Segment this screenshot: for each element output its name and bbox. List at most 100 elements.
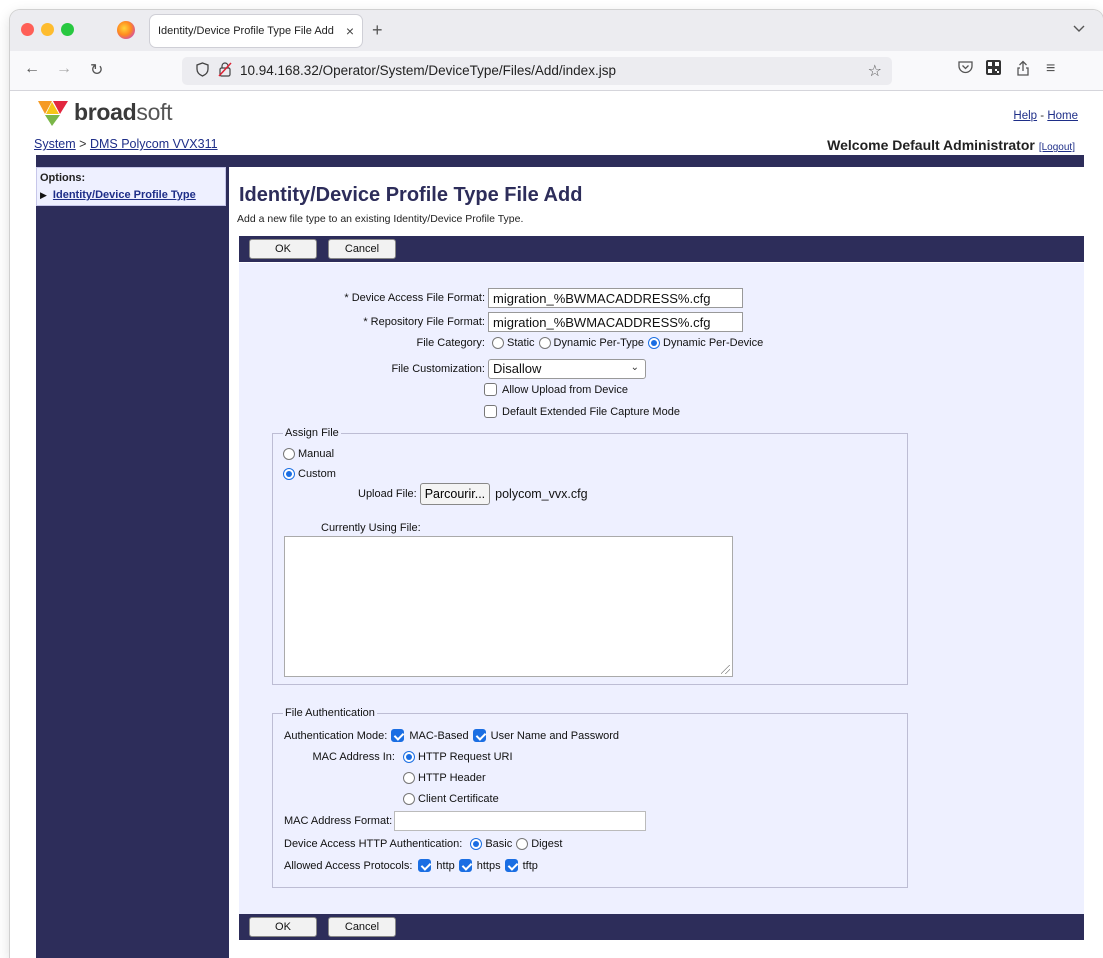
bookmark-star-icon[interactable]: ☆ — [868, 61, 882, 81]
protocol-http-label: http — [436, 859, 455, 872]
mac-in-cert-radio[interactable] — [403, 793, 415, 805]
insecure-lock-icon[interactable] — [218, 62, 232, 80]
url-text[interactable]: 10.94.168.32/Operator/System/DeviceType/… — [240, 63, 616, 78]
help-links: Help - Home — [1013, 110, 1078, 122]
category-per-type-radio[interactable] — [538, 337, 551, 349]
arrow-right-icon: ▶ — [40, 190, 47, 200]
firefox-view-icon[interactable] — [117, 21, 135, 39]
url-bar[interactable]: 10.94.168.32/Operator/System/DeviceType/… — [182, 57, 892, 85]
manual-label: Manual — [298, 448, 335, 460]
page: broadsoft Help - Home System > DMS Polyc… — [10, 91, 1103, 958]
cancel-button-bottom[interactable]: Cancel — [328, 917, 396, 937]
reload-icon[interactable]: ↻ — [90, 60, 103, 80]
broadsoft-logo: broadsoft — [36, 97, 173, 127]
manual-row: Manual — [283, 448, 334, 460]
mac-in-header-radio[interactable] — [403, 772, 415, 784]
tab-close-icon[interactable]: × — [346, 23, 354, 39]
extended-capture-checkbox[interactable] — [484, 405, 497, 418]
http-auth-label: Device Access HTTP Authentication: — [284, 838, 463, 850]
repository-input[interactable] — [488, 312, 743, 332]
share-icon[interactable] — [1016, 60, 1030, 81]
file-customization-row: File Customization: Disallow ⌄ — [239, 359, 646, 379]
broadsoft-logo-icon — [38, 101, 68, 126]
shield-icon[interactable] — [196, 62, 209, 80]
maximize-window-button[interactable] — [61, 23, 74, 36]
allow-upload-row: Allow Upload from Device — [480, 383, 628, 396]
custom-row: Custom — [283, 468, 336, 480]
top-button-bar: OK Cancel — [239, 236, 1084, 262]
tab-title: Identity/Device Profile Type File Add — [158, 25, 334, 37]
device-access-input[interactable] — [488, 288, 743, 308]
mac-in-row: MAC Address In: HTTP Request URI — [273, 751, 513, 763]
breadcrumb-system[interactable]: System — [34, 137, 76, 151]
sidebar-item-label[interactable]: Identity/Device Profile Type — [53, 189, 196, 201]
ok-button[interactable]: OK — [249, 239, 317, 259]
ok-button-bottom[interactable]: OK — [249, 917, 317, 937]
mac-format-row: MAC Address Format: — [284, 811, 647, 831]
protocol-http-checkbox[interactable] — [418, 859, 432, 872]
mac-based-checkbox[interactable] — [391, 729, 405, 742]
browser-tab[interactable]: Identity/Device Profile Type File Add × — [150, 15, 362, 47]
currently-using-textarea[interactable] — [284, 536, 733, 677]
file-category-row: File Category: Static Dynamic Per-Type D… — [239, 337, 763, 349]
category-static-label: Static — [507, 337, 535, 349]
file-customization-value: Disallow — [493, 361, 542, 376]
pocket-icon[interactable] — [958, 60, 973, 77]
currently-using-row: Currently Using File: — [321, 522, 421, 534]
protocol-https-label: https — [476, 859, 501, 872]
upload-file-row: Upload File: Parcourir... polycom_vvx.cf… — [358, 483, 588, 505]
top-divider-bar — [36, 155, 1084, 167]
browse-button[interactable]: Parcourir... — [419, 483, 491, 505]
mac-in-cert-row: Client Certificate — [399, 793, 499, 805]
logo-text-bold: broad — [74, 98, 137, 125]
protocols-row: Allowed Access Protocols: http https tft… — [284, 859, 538, 872]
logout-link[interactable]: [Logout] — [1039, 142, 1075, 153]
sidebar-item-profile-type[interactable]: ▶ Identity/Device Profile Type — [40, 189, 196, 201]
welcome-text: Welcome Default Administrator — [827, 137, 1035, 153]
user-pass-checkbox[interactable] — [472, 729, 486, 742]
http-auth-digest-radio[interactable] — [516, 838, 529, 850]
home-link[interactable]: Home — [1047, 110, 1078, 122]
minimize-window-button[interactable] — [41, 23, 54, 36]
allow-upload-label: Allow Upload from Device — [502, 383, 628, 396]
custom-radio[interactable] — [283, 468, 295, 480]
help-link[interactable]: Help — [1013, 110, 1037, 122]
category-static-radio[interactable] — [492, 337, 504, 349]
forward-arrow-icon[interactable]: → — [56, 60, 72, 78]
hamburger-menu-icon[interactable]: ≡ — [1046, 60, 1055, 78]
page-subtitle: Add a new file type to an existing Ident… — [237, 213, 524, 225]
currently-using-label: Currently Using File: — [321, 522, 421, 534]
extended-capture-row: Default Extended File Capture Mode — [480, 405, 680, 418]
assign-file-fieldset: Assign File Manual Custom Upload File: P… — [272, 427, 908, 685]
mac-based-label: MAC-Based — [409, 729, 469, 742]
chevron-down-icon[interactable] — [1073, 22, 1085, 36]
auth-mode-row: Authentication Mode: MAC-Based User Name… — [284, 729, 619, 742]
options-label: Options: — [40, 172, 86, 184]
navigation-bar: ← → ↻ 10.94.168.32/Operator/System/Devic… — [10, 51, 1103, 91]
mac-in-cert-label: Client Certificate — [418, 793, 499, 805]
custom-label: Custom — [298, 468, 336, 480]
resize-grip-icon[interactable] — [721, 665, 730, 674]
breadcrumb-device[interactable]: DMS Polycom VVX311 — [90, 137, 218, 151]
back-arrow-icon[interactable]: ← — [24, 60, 40, 78]
protocol-tftp-checkbox[interactable] — [504, 859, 518, 872]
new-tab-icon[interactable]: + — [372, 20, 383, 41]
mac-format-input[interactable] — [394, 811, 647, 831]
category-per-device-radio[interactable] — [648, 337, 660, 349]
mac-in-uri-radio[interactable] — [403, 751, 415, 763]
file-customization-select[interactable]: Disallow ⌄ — [488, 359, 646, 379]
protocol-https-checkbox[interactable] — [458, 859, 472, 872]
logo-text-light: soft — [136, 98, 173, 125]
file-auth-fieldset: File Authentication Authentication Mode:… — [272, 707, 908, 888]
close-window-button[interactable] — [21, 23, 34, 36]
auth-mode-label: Authentication Mode: — [284, 729, 388, 742]
allow-upload-checkbox[interactable] — [484, 383, 497, 396]
selected-file-name: polycom_vvx.cfg — [495, 487, 588, 501]
cancel-button[interactable]: Cancel — [328, 239, 396, 259]
manual-radio[interactable] — [283, 448, 295, 460]
category-per-type-label: Dynamic Per-Type — [553, 337, 644, 349]
breadcrumb: System > DMS Polycom VVX311 — [34, 137, 218, 151]
http-auth-basic-radio[interactable] — [470, 838, 483, 850]
qr-extension-icon[interactable] — [986, 60, 1001, 80]
browser-window: Identity/Device Profile Type File Add × … — [10, 10, 1103, 958]
